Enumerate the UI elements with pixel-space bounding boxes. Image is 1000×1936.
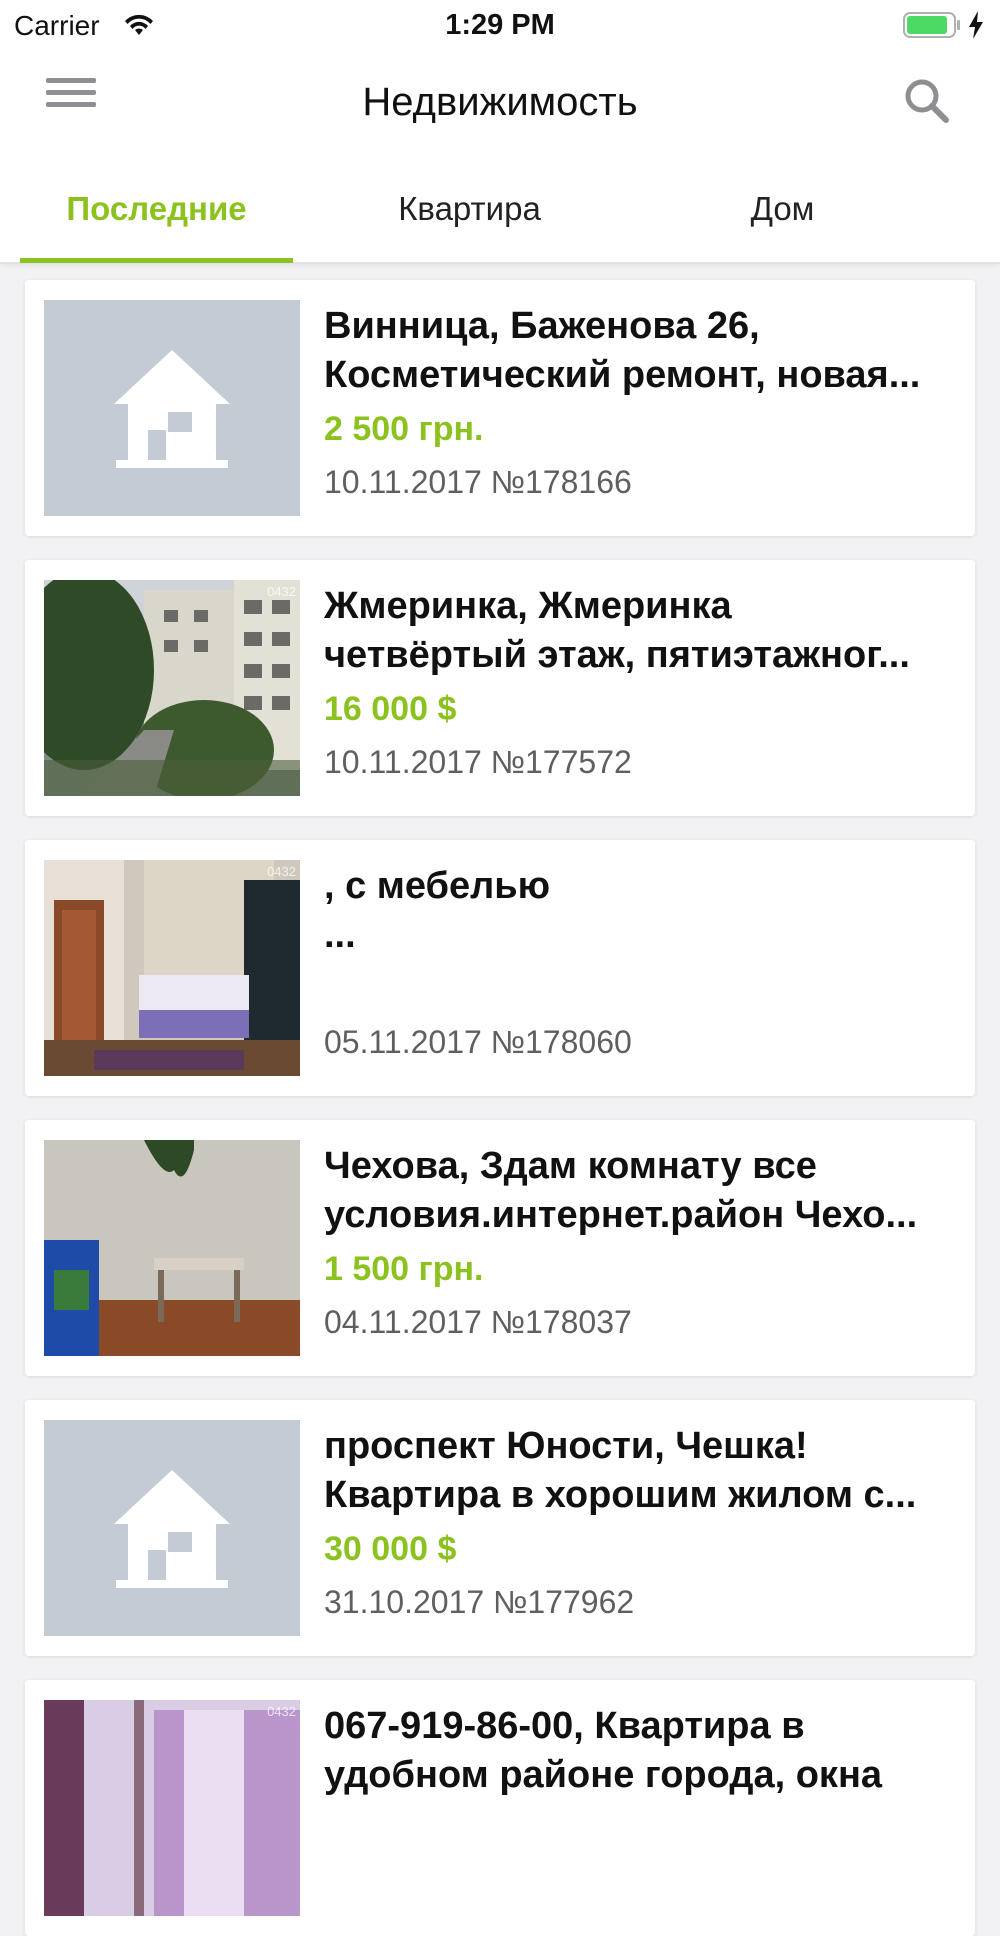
placeholder-house-icon <box>114 350 230 468</box>
photo-apartment-building <box>44 580 300 796</box>
battery-icon <box>903 12 960 38</box>
photo-room-table <box>44 1140 300 1356</box>
listing-title: проспект Юности, Чешка! Квартира в хорош… <box>324 1422 964 1520</box>
listing-title-line: ... <box>324 914 356 956</box>
listing-title-line: Косметический ремонт, новая... <box>324 354 921 396</box>
list-item[interactable]: проспект Юности, Чешка! Квартира в хорош… <box>25 1400 975 1656</box>
category-tabs: Последние Квартира Дом <box>0 150 1000 264</box>
search-icon[interactable] <box>900 74 954 128</box>
tab-latest[interactable]: Последние <box>0 150 313 262</box>
listing-thumbnail <box>44 300 300 516</box>
navigation-bar: Недвижимость <box>0 52 1000 150</box>
listing-thumbnail: 0432 <box>44 580 300 796</box>
thumbnail-watermark: 0432 <box>267 864 296 879</box>
listing-date-id: 10.11.2017 №177572 <box>324 744 632 780</box>
listing-thumbnail: 0432 <box>44 860 300 1076</box>
listing-thumbnail <box>44 1140 300 1356</box>
listing-title-line: Жмеринка, Жмеринка <box>324 585 732 627</box>
listing-title-line: , с мебелью <box>324 865 551 907</box>
listing-title-line: условия.интернет.район Чехо... <box>324 1194 918 1236</box>
status-bar: Carrier 1:29 PM <box>0 0 1000 52</box>
active-tab-indicator <box>20 258 293 263</box>
listing-title-line: Чехова, Здам комнату все <box>324 1145 817 1187</box>
listing-title-line: четвёртый этаж, пятиэтажног... <box>324 634 910 676</box>
listing-title: Винница, Баженова 26, Косметический ремо… <box>324 302 964 400</box>
tab-apartment[interactable]: Квартира <box>313 150 626 262</box>
listing-title-line: 067-919-86-00, Квартира в <box>324 1705 805 1747</box>
clock: 1:29 PM <box>445 9 555 41</box>
placeholder-house-icon <box>114 1470 230 1588</box>
page-title: Недвижимость <box>362 80 638 124</box>
photo-bedroom <box>44 860 300 1076</box>
listing-price: 1 500 грн. <box>324 1250 484 1288</box>
listing-thumbnail <box>44 1420 300 1636</box>
listing-price: 2 500 грн. <box>324 410 484 448</box>
listing-title: Жмеринка, Жмеринка четвёртый этаж, пятиэ… <box>324 582 964 680</box>
list-item[interactable]: 0432 067-919-86-00, Квартира в удобном р… <box>25 1680 975 1936</box>
list-item[interactable]: 0432 Жмеринка, Жмеринка четвёртый этаж, … <box>25 560 975 816</box>
listing-price: 30 000 $ <box>324 1530 457 1568</box>
thumbnail-watermark: 0432 <box>267 1704 296 1719</box>
tab-house[interactable]: Дом <box>626 150 939 262</box>
listing-title-line: Винница, Баженова 26, <box>324 305 760 347</box>
list-item[interactable]: Чехова, Здам комнату все условия.интерне… <box>25 1120 975 1376</box>
listing-date-id: 10.11.2017 №178166 <box>324 464 632 500</box>
listing-title: , с мебелью ... <box>324 862 964 960</box>
listing-title: Чехова, Здам комнату все условия.интерне… <box>324 1142 964 1240</box>
listing-date-id: 05.11.2017 №178060 <box>324 1024 632 1060</box>
list-item[interactable]: 0432 , с мебелью ... 05.11.2017 №178060 <box>25 840 975 1096</box>
listing-date-id: 04.11.2017 №178037 <box>324 1304 632 1340</box>
listing-title: 067-919-86-00, Квартира в удобном районе… <box>324 1702 964 1800</box>
listing-title-line: Квартира в хорошим жилом с... <box>324 1474 917 1516</box>
listing-title-line: проспект Юности, Чешка! <box>324 1425 808 1467</box>
listing-title-line: удобном районе города, окна <box>324 1754 883 1796</box>
photo-room-curtains <box>44 1700 300 1916</box>
listing-price: 16 000 $ <box>324 690 457 728</box>
thumbnail-watermark: 0432 <box>267 584 296 599</box>
list-item[interactable]: Винница, Баженова 26, Косметический ремо… <box>25 280 975 536</box>
listing-thumbnail: 0432 <box>44 1700 300 1916</box>
charging-bolt-icon <box>969 11 983 39</box>
listing-date-id: 31.10.2017 №177962 <box>324 1584 635 1620</box>
